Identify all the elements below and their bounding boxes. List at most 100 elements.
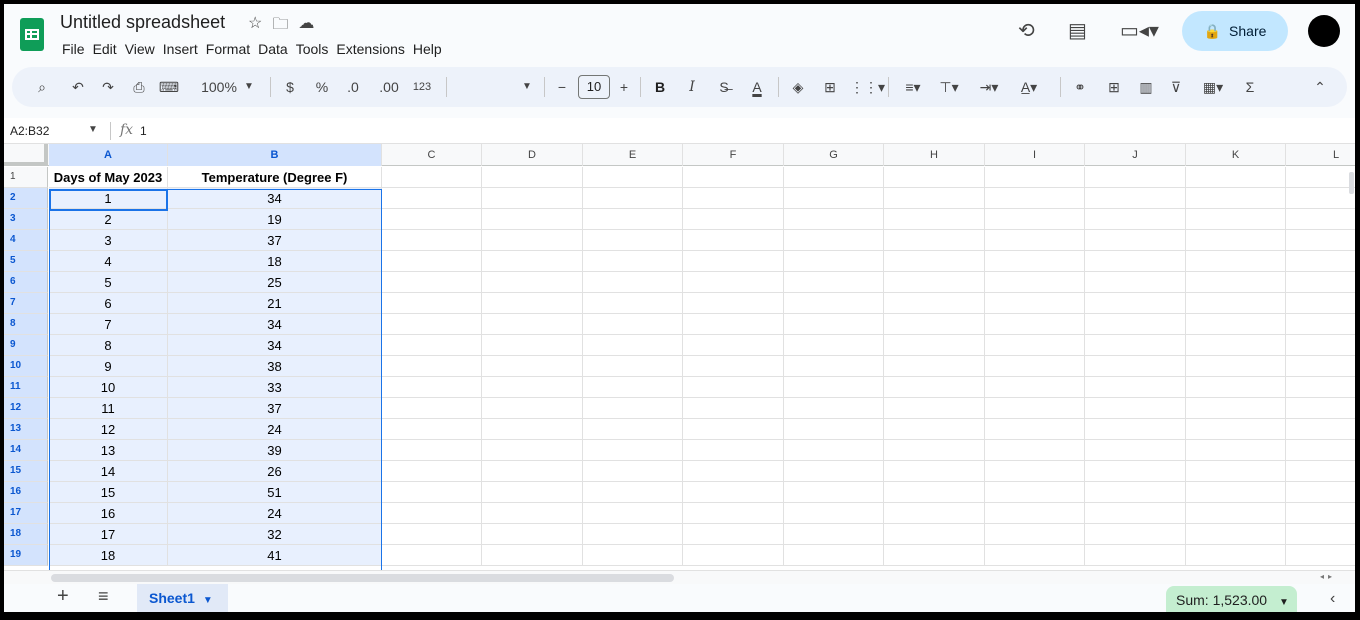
empty-cell[interactable] <box>482 398 583 419</box>
data-cell[interactable]: 6 <box>49 293 168 314</box>
empty-cell[interactable] <box>884 503 985 524</box>
empty-cell[interactable] <box>1186 167 1286 188</box>
empty-cell[interactable] <box>683 293 784 314</box>
empty-cell[interactable] <box>784 524 884 545</box>
empty-cell[interactable] <box>583 293 683 314</box>
empty-cell[interactable] <box>1286 398 1355 419</box>
empty-cell[interactable] <box>583 167 683 188</box>
empty-cell[interactable] <box>583 377 683 398</box>
empty-cell[interactable] <box>1286 356 1355 377</box>
data-cell[interactable]: 8 <box>49 335 168 356</box>
data-cell[interactable]: 3 <box>49 230 168 251</box>
empty-cell[interactable] <box>1286 272 1355 293</box>
empty-cell[interactable] <box>683 314 784 335</box>
menu-help[interactable]: Help <box>413 39 449 59</box>
row-header-11[interactable]: 11 <box>4 377 48 398</box>
empty-cell[interactable] <box>1186 545 1286 566</box>
empty-cell[interactable] <box>583 419 683 440</box>
empty-cell[interactable] <box>583 503 683 524</box>
empty-cell[interactable] <box>784 503 884 524</box>
empty-cell[interactable] <box>784 188 884 209</box>
horizontal-scrollbar[interactable] <box>51 574 674 582</box>
empty-cell[interactable] <box>1186 524 1286 545</box>
empty-cell[interactable] <box>683 167 784 188</box>
empty-cell[interactable] <box>1286 293 1355 314</box>
empty-cell[interactable] <box>784 545 884 566</box>
empty-cell[interactable] <box>784 167 884 188</box>
data-cell[interactable]: 10 <box>49 377 168 398</box>
empty-cell[interactable] <box>382 188 482 209</box>
empty-cell[interactable] <box>583 230 683 251</box>
name-box[interactable]: A2:B32 <box>10 124 49 138</box>
data-cell[interactable]: 41 <box>168 545 382 566</box>
column-header-d[interactable]: D <box>482 144 583 166</box>
empty-cell[interactable] <box>985 503 1085 524</box>
empty-cell[interactable] <box>482 314 583 335</box>
empty-cell[interactable] <box>784 209 884 230</box>
empty-cell[interactable] <box>583 188 683 209</box>
empty-cell[interactable] <box>382 440 482 461</box>
empty-cell[interactable] <box>683 461 784 482</box>
zoom-select[interactable]: 100% <box>198 67 240 107</box>
data-cell[interactable]: 18 <box>49 545 168 566</box>
empty-cell[interactable] <box>482 188 583 209</box>
data-cell[interactable]: 2 <box>49 209 168 230</box>
empty-cell[interactable] <box>884 167 985 188</box>
row-header-3[interactable]: 3 <box>4 209 48 230</box>
decrease-font-size-icon[interactable]: − <box>554 67 570 107</box>
column-header-h[interactable]: H <box>884 144 985 166</box>
column-header-j[interactable]: J <box>1085 144 1186 166</box>
sum-chevron-down-icon[interactable]: ▼ <box>1279 597 1289 608</box>
column-header-a[interactable]: A <box>49 144 168 166</box>
empty-cell[interactable] <box>583 272 683 293</box>
empty-cell[interactable] <box>1286 209 1355 230</box>
empty-cell[interactable] <box>784 293 884 314</box>
empty-cell[interactable] <box>583 398 683 419</box>
empty-cell[interactable] <box>482 440 583 461</box>
row-header-10[interactable]: 10 <box>4 356 48 377</box>
data-cell[interactable]: 21 <box>168 293 382 314</box>
data-cell[interactable]: 34 <box>168 188 382 209</box>
text-rotation-icon[interactable]: A̲▾ <box>1012 67 1046 107</box>
empty-cell[interactable] <box>985 209 1085 230</box>
empty-cell[interactable] <box>1186 272 1286 293</box>
empty-cell[interactable] <box>784 440 884 461</box>
meet-icon[interactable]: ▭◂▾ <box>1120 18 1159 43</box>
empty-cell[interactable] <box>1286 419 1355 440</box>
data-cell[interactable]: 13 <box>49 440 168 461</box>
name-box-chevron-down-icon[interactable]: ▼ <box>88 124 98 135</box>
empty-cell[interactable] <box>1085 482 1186 503</box>
empty-cell[interactable] <box>884 251 985 272</box>
empty-cell[interactable] <box>784 377 884 398</box>
empty-cell[interactable] <box>884 356 985 377</box>
side-panel-toggle-icon[interactable]: ‹ <box>1330 590 1335 608</box>
row-header-6[interactable]: 6 <box>4 272 48 293</box>
empty-cell[interactable] <box>382 419 482 440</box>
empty-cell[interactable] <box>884 377 985 398</box>
empty-cell[interactable] <box>884 230 985 251</box>
empty-cell[interactable] <box>1085 314 1186 335</box>
column-header-f[interactable]: F <box>683 144 784 166</box>
select-all-corner[interactable] <box>4 144 48 166</box>
insert-link-icon[interactable]: ⚭ <box>1070 67 1090 107</box>
empty-cell[interactable] <box>1085 461 1186 482</box>
empty-cell[interactable] <box>683 377 784 398</box>
empty-cell[interactable] <box>1286 230 1355 251</box>
strikethrough-icon[interactable]: S̶ <box>714 67 734 107</box>
empty-cell[interactable] <box>683 482 784 503</box>
menu-format[interactable]: Format <box>206 39 257 59</box>
empty-cell[interactable] <box>1186 251 1286 272</box>
empty-cell[interactable] <box>985 377 1085 398</box>
empty-cell[interactable] <box>1085 251 1186 272</box>
empty-cell[interactable] <box>1186 503 1286 524</box>
italic-button[interactable]: I <box>684 67 700 107</box>
empty-cell[interactable] <box>1085 440 1186 461</box>
empty-cell[interactable] <box>382 272 482 293</box>
empty-cell[interactable] <box>683 524 784 545</box>
empty-cell[interactable] <box>482 545 583 566</box>
empty-cell[interactable] <box>1085 398 1186 419</box>
menu-insert[interactable]: Insert <box>163 39 205 59</box>
row-header-17[interactable]: 17 <box>4 503 48 524</box>
empty-cell[interactable] <box>784 482 884 503</box>
move-folder-icon[interactable]: 🗀 <box>272 13 288 40</box>
